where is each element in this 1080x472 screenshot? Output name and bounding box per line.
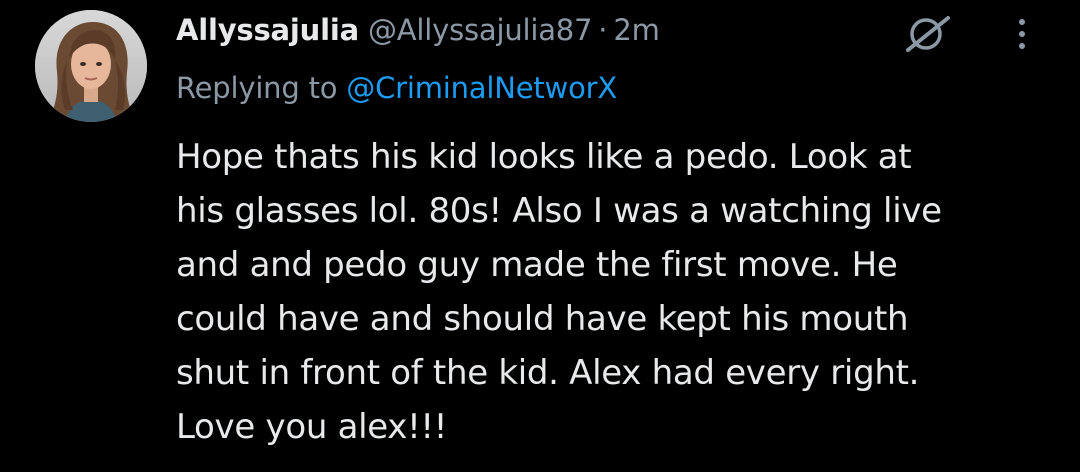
tweet-body-line: and and pedo guy made the first move. He: [176, 245, 898, 285]
more-options-icon[interactable]: [1008, 14, 1036, 54]
tweet-body-line: could have and should have kept his mout…: [176, 299, 909, 339]
tweet-body-line: shut in front of the kid. Alex had every…: [176, 353, 920, 393]
tweet[interactable]: Allyssajulia @Allyssajulia87 · 2m Replyi…: [0, 0, 1080, 472]
author-handle[interactable]: @Allyssajulia87: [368, 13, 593, 47]
author-display-name[interactable]: Allyssajulia: [176, 13, 359, 47]
tweet-body: Hope thats his kid looks like a pedo. Lo…: [176, 130, 1056, 454]
avatar-image: [35, 10, 147, 122]
grok-icon[interactable]: [900, 14, 956, 54]
tweet-header: Allyssajulia @Allyssajulia87 · 2m: [176, 8, 660, 52]
avatar[interactable]: [35, 10, 147, 122]
tweet-body-line: Love you alex!!!: [176, 407, 448, 447]
tweet-body-line: Hope thats his kid looks like a pedo. Lo…: [176, 137, 912, 177]
tweet-body-line: his glasses lol. 80s! Also I was a watch…: [176, 191, 942, 231]
timestamp[interactable]: 2m: [613, 13, 660, 47]
reply-target-link[interactable]: @CriminalNetworX: [346, 71, 617, 105]
separator-dot: ·: [598, 13, 608, 47]
reply-prefix: Replying to: [176, 71, 338, 105]
reply-context: Replying to @CriminalNetworX: [176, 66, 617, 110]
